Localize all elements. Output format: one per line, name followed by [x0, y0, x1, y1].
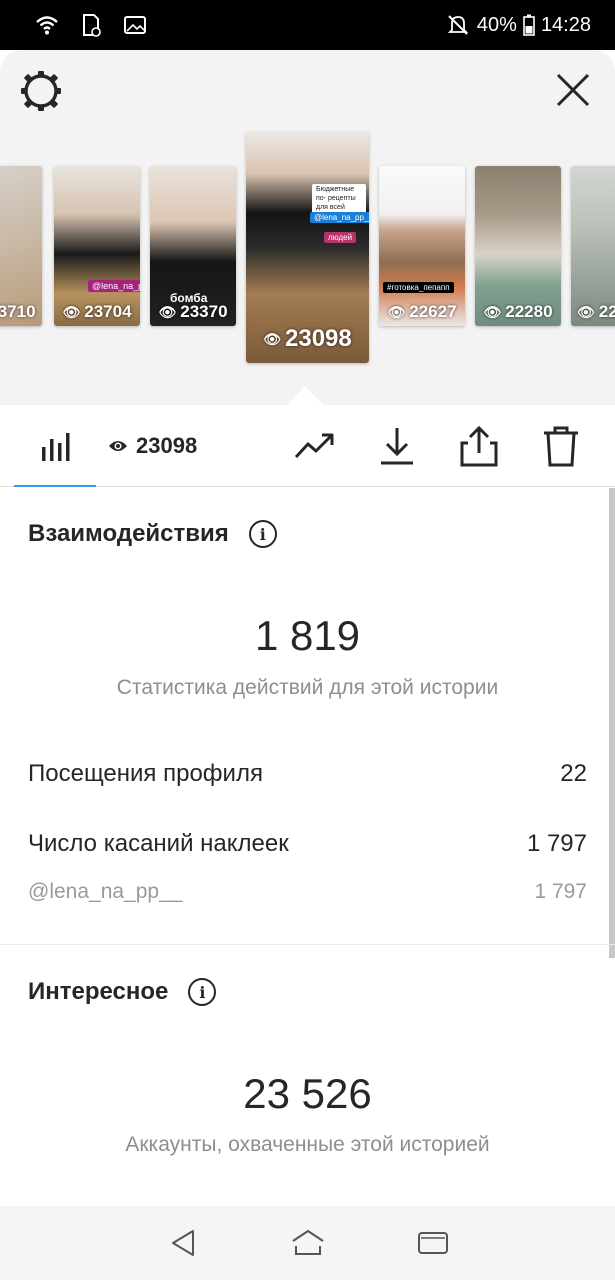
gear-icon — [21, 71, 61, 111]
row-value: 1 797 — [534, 880, 587, 903]
sticker-taps-row: Число касаний наклеек 1 797 — [28, 830, 587, 858]
story-thumbnail[interactable]: 👁 22280 — [475, 166, 561, 326]
download-button[interactable] — [374, 423, 420, 469]
row-label: @lena_na_pp__ — [28, 880, 183, 903]
story-thumbnail[interactable]: бомба 👁 23370 — [150, 166, 236, 326]
image-icon — [122, 12, 148, 38]
tab-insights[interactable] — [34, 423, 78, 469]
download-icon — [381, 428, 413, 465]
discovery-caption: Аккаунты, охваченные этой историей — [125, 1133, 490, 1156]
selected-story-pointer — [287, 386, 323, 405]
section-divider — [0, 944, 615, 945]
back-button[interactable] — [163, 1223, 203, 1263]
eye-icon: 👁 — [483, 303, 502, 320]
profile-visits-row: Посещения профиля 22 — [28, 760, 587, 788]
discovery-title: Интересное — [28, 978, 169, 1005]
story-thumbnail[interactable]: #готовка_пепапп 👁 22627 — [379, 166, 465, 326]
interactions-caption: Статистика действий для этой истории — [116, 676, 499, 699]
info-icon[interactable]: i — [188, 978, 217, 1006]
row-label: Число касаний наклеек — [28, 830, 289, 857]
eye-icon: 👁 — [263, 330, 282, 347]
story-thumbnail[interactable]: 👁23710 — [0, 166, 42, 326]
discovery-section-header: Интересное i — [28, 978, 217, 1006]
row-label: Посещения профиля — [28, 760, 263, 787]
battery-percent: 40% — [476, 13, 517, 36]
eye-icon: 👁 — [387, 303, 406, 320]
back-icon — [171, 1230, 194, 1256]
interactions-title: Взаимодействия — [28, 520, 229, 547]
info-icon[interactable]: i — [248, 520, 277, 548]
row-value: 22 — [560, 760, 587, 787]
home-button[interactable] — [288, 1223, 328, 1263]
bar-chart-icon — [42, 433, 70, 461]
stories-sheet: 👁23710 @lena_na_pp__ 👁23704 бомба 👁23370… — [0, 50, 615, 405]
eye-icon: 👁 — [62, 303, 81, 320]
recents-button[interactable] — [413, 1223, 453, 1263]
story-carousel[interactable]: 👁23710 @lena_na_pp__ 👁23704 бомба 👁23370… — [0, 50, 615, 405]
trash-icon — [544, 426, 578, 467]
views-count: 23098 — [136, 433, 198, 458]
insights-content[interactable]: Взаимодействия i 1 819 Статистика действ… — [0, 488, 615, 1206]
interactions-total: 1 819 — [254, 612, 361, 659]
close-icon — [556, 73, 590, 107]
tab-viewers[interactable]: 23098 — [108, 423, 218, 469]
trending-up-icon — [294, 433, 334, 459]
close-button[interactable] — [555, 72, 591, 108]
home-icon — [291, 1230, 324, 1255]
status-bar: 40% 14:28 — [0, 0, 615, 50]
row-value: 1 797 — [526, 830, 587, 857]
interactions-section-header: Взаимодействия i — [28, 520, 277, 548]
share-icon — [460, 425, 498, 467]
mute-icon — [445, 12, 471, 38]
wifi-icon — [34, 12, 60, 38]
story-thumbnail-selected[interactable]: Бюджетные по- рецепты для всей семьи @le… — [246, 132, 369, 363]
sticker-mention-row: @lena_na_pp__ 1 797 — [28, 880, 587, 904]
eye-icon: 👁 — [158, 303, 177, 320]
active-tab-indicator — [14, 485, 96, 487]
settings-button[interactable] — [18, 68, 64, 114]
system-nav-bar — [0, 1206, 615, 1280]
clock: 14:28 — [540, 13, 591, 36]
story-toolbar: 23098 — [0, 405, 615, 487]
scrollbar[interactable] — [609, 488, 615, 958]
battery-icon — [523, 12, 535, 38]
recents-icon — [417, 1232, 448, 1254]
discovery-total: 23 526 — [243, 1070, 372, 1117]
story-thumbnail[interactable]: 👁 22 — [571, 166, 615, 326]
eye-icon: 👁 — [577, 303, 595, 320]
share-button[interactable] — [456, 423, 502, 469]
eye-icon — [109, 441, 127, 451]
sd-card-icon — [78, 12, 104, 38]
promote-button[interactable] — [292, 423, 338, 469]
story-thumbnail[interactable]: @lena_na_pp__ 👁23704 — [54, 166, 140, 326]
delete-button[interactable] — [538, 423, 584, 469]
